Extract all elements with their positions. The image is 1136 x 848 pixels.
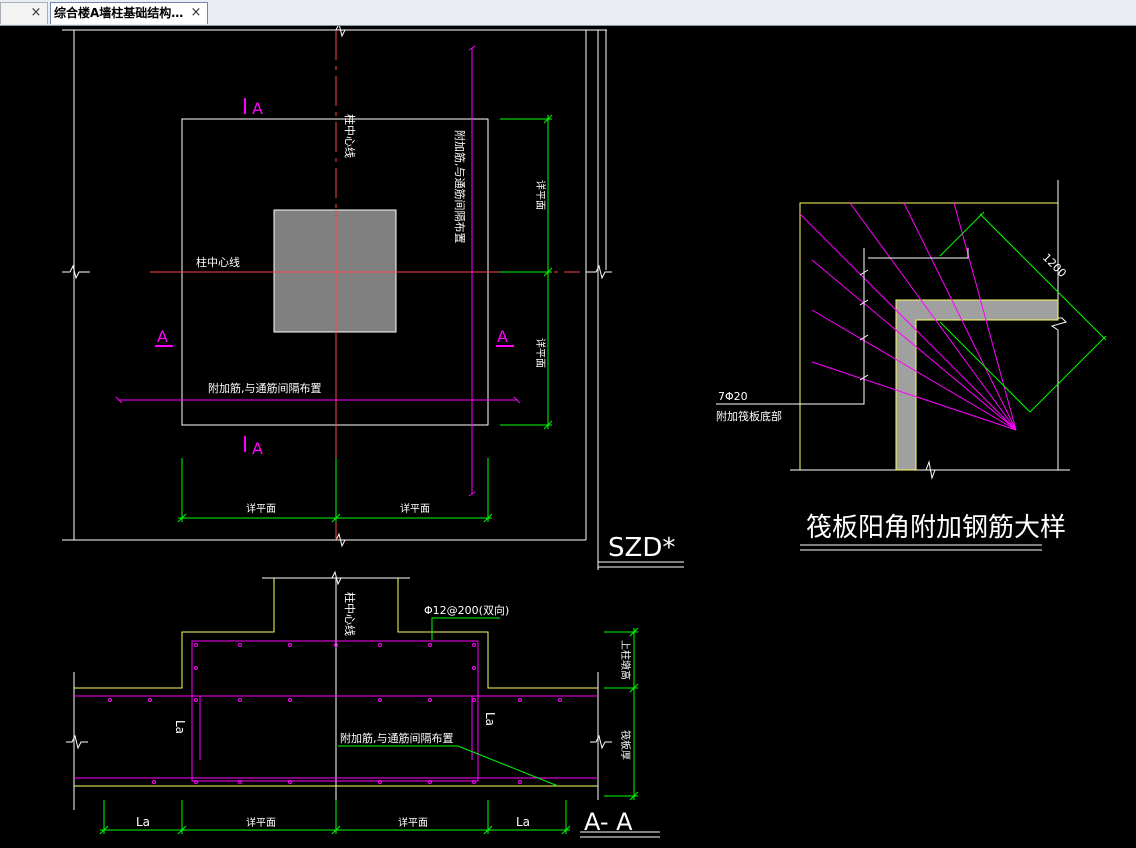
dim-label-bottom-left: 详平面 [246, 502, 276, 515]
column-section [273, 209, 397, 333]
dim-bottom-la-right: La [516, 815, 530, 829]
tab-active-drawing[interactable]: 综合楼A墙柱基础结构… × [50, 2, 208, 24]
cad-drawing-canvas[interactable]: A A A A 柱中心线 柱中心线 附加筋,与通筋间隔布置 附加筋,与通筋间隔布… [0, 26, 1136, 848]
section-labels: 柱中心线 Φ12@200(双向) 附加筋,与通筋间隔布置 La La 上柱墩高 … [136, 592, 633, 836]
break-mark-bottom [330, 532, 352, 548]
break-mark-left [62, 264, 90, 280]
col-centerline-label-horizontal: 柱中心线 [196, 255, 240, 269]
corner-bar [895, 299, 1059, 471]
drawing-code-label: SZD* [608, 533, 675, 563]
section-mark-a-right: A [497, 327, 508, 346]
raft-corner-outline [799, 202, 1058, 470]
detail-labels: 1200 7Φ20 附加筏板底部 筏板阳角附加钢筋大样 [716, 251, 1069, 543]
close-icon[interactable]: × [29, 3, 43, 23]
dim-bottom-detail-left: 详平面 [246, 816, 276, 829]
section-mark-a-top: A [252, 99, 263, 118]
top-rebar-note: Φ12@200(双向) [424, 603, 509, 617]
rebar-note-vertical: 附加筋,与通筋间隔布置 [453, 130, 467, 244]
tab-untitled[interactable]: × [0, 2, 48, 24]
section-mark-a-left: A [157, 327, 168, 346]
la-left-label: La [173, 720, 187, 734]
break-mark-right [586, 264, 612, 280]
section-rebar-note: 附加筋,与通筋间隔布置 [340, 731, 454, 745]
dim-raft-thickness: 筏板厚 [619, 730, 632, 760]
col-centerline-label-vertical: 柱中心线 [343, 114, 357, 158]
dim-bottom-la-left: La [136, 815, 150, 829]
corner-detail [716, 180, 1107, 551]
pedestal-outline-right [397, 578, 598, 689]
section-a-a [66, 570, 660, 838]
close-icon[interactable]: × [189, 3, 203, 23]
plan-view [62, 26, 684, 570]
pedestal-rebar-cage [191, 640, 479, 782]
document-tab-bar: × 综合楼A墙柱基础结构… × [0, 0, 1136, 26]
break-mark-top [330, 26, 352, 38]
dim-label-right-top: 详平面 [534, 180, 547, 210]
rebar-count-label: 7Φ20 [718, 390, 748, 403]
dim-bottom-detail-right: 详平面 [398, 816, 428, 829]
dim-label-bottom-right: 详平面 [400, 502, 430, 515]
detail-title: 筏板阳角附加钢筋大样 [806, 513, 1066, 543]
la-right-label: La [483, 712, 497, 726]
section-col-centerline-label: 柱中心线 [343, 592, 357, 636]
dim-1200-label: 1200 [1040, 251, 1069, 280]
dim-label-right-bottom: 详平面 [534, 338, 547, 368]
section-mark-a-bottom: A [252, 439, 263, 458]
rebar-note-label: 附加筏板底部 [716, 409, 782, 423]
pedestal-outline-left [74, 578, 275, 689]
dim-pedestal-height: 上柱墩高 [619, 640, 632, 680]
rebar-note-horizontal: 附加筋,与通筋间隔布置 [208, 381, 322, 395]
tab-label: 综合楼A墙柱基础结构… [54, 6, 184, 20]
section-title: A- A [584, 808, 633, 836]
